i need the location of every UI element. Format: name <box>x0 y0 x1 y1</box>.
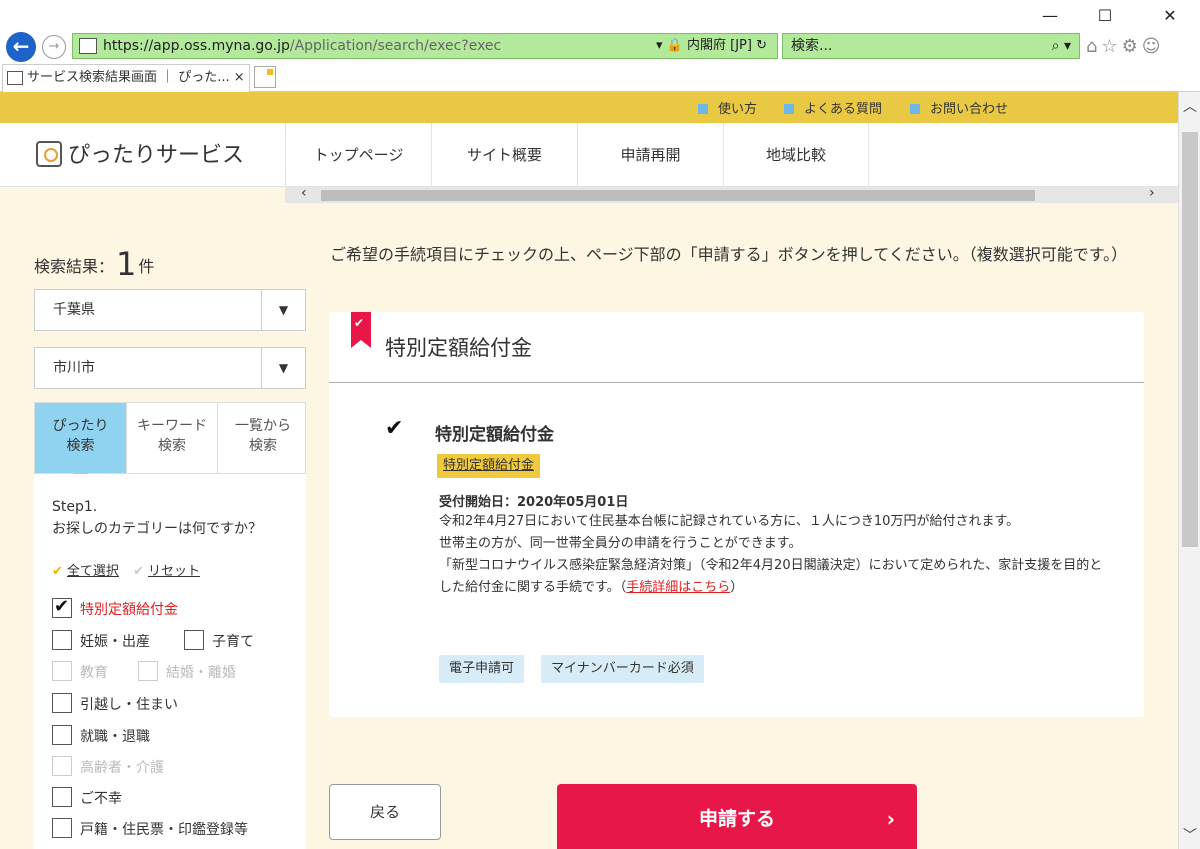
close-window-button[interactable]: ✕ <box>1150 6 1190 25</box>
category-elderly-care: 高齢者・介護 <box>52 756 164 777</box>
category-employment[interactable]: 就職・退職 <box>52 725 150 746</box>
checkbox[interactable] <box>52 693 72 713</box>
category-bereavement[interactable]: ご不幸 <box>52 787 122 808</box>
security-info[interactable]: ▾ 🔒 内閣府 [JP] ↻ <box>656 34 767 58</box>
select-all-link[interactable]: 全て選択 <box>67 564 119 579</box>
address-bar[interactable]: https://app.oss.myna.go.jp/Application/s… <box>72 33 778 59</box>
scroll-down-icon[interactable]: ﹀ <box>1179 825 1200 845</box>
new-tab-icon[interactable] <box>254 66 276 88</box>
checkbox <box>52 756 72 776</box>
tab-favicon-icon <box>7 71 23 85</box>
forward-arrow-icon[interactable]: → <box>42 35 66 59</box>
procedure-description: 令和2年4月27日において住民基本台帳に記録されている方に、１人につき10万円が… <box>439 514 1103 595</box>
nav-resume-application[interactable]: 申請再開 <box>577 123 723 187</box>
card-title: 特別定額給付金 <box>385 336 532 360</box>
dropdown-arrow-icon[interactable]: ▼ <box>261 348 305 388</box>
site-logo[interactable]: ぴったりサービス <box>36 137 244 169</box>
procedure-tag-link[interactable]: 特別定額給付金 <box>437 454 541 478</box>
checkbox[interactable] <box>52 725 72 745</box>
prefecture-select[interactable]: 千葉県 ▼ <box>34 289 306 331</box>
logo-icon <box>36 141 62 167</box>
scroll-left-icon[interactable]: ‹ <box>301 185 307 201</box>
badge-online-application: 電子申請可 <box>439 655 525 683</box>
minimize-button[interactable]: — <box>1030 6 1070 25</box>
category-pregnancy[interactable]: 妊娠・出産 <box>52 630 150 651</box>
procedure-detail-link[interactable]: 手続詳細はこちら <box>626 580 730 595</box>
vertical-scrollbar[interactable]: ︿ ﹀ <box>1178 92 1200 849</box>
category-marriage: 結婚・離婚 <box>138 661 236 682</box>
category-education: 教育 <box>52 661 108 682</box>
scroll-right-icon[interactable]: › <box>1149 185 1155 201</box>
instruction-text: ご希望の手続項目にチェックの上、ページ下部の「申請する」ボタンを押してください。… <box>330 245 1128 264</box>
search-icon[interactable]: ⌕ ▾ <box>1052 34 1071 58</box>
tab-keyword-search[interactable]: キーワード 検索 <box>126 403 217 473</box>
checkbox[interactable] <box>184 630 204 650</box>
site-header: ぴったりサービス トップページ サイト概要 申請再開 地域比較 <box>0 123 1178 187</box>
procedure-title: 特別定額給付金 <box>435 425 554 445</box>
badge-mynumber-required: マイナンバーカード必須 <box>541 655 704 683</box>
search-mode-tabs: ぴったり 検索 キーワード 検索 一覧から 検索 <box>34 402 308 481</box>
checkbox <box>52 661 72 681</box>
back-button[interactable]: 戻る <box>329 784 441 840</box>
bullet-icon <box>784 104 794 114</box>
bullet-icon <box>910 104 920 114</box>
window-titlebar: — ☐ ✕ <box>0 0 1200 28</box>
site-favicon-icon <box>79 38 97 54</box>
step-title: Step1. お探しのカテゴリーは何ですか？ <box>52 499 262 537</box>
address-bar-row: ← → https://app.oss.myna.go.jp/Applicati… <box>0 30 1200 62</box>
header-horizontal-scrollbar[interactable]: ‹ › <box>285 185 1178 203</box>
category-moving[interactable]: 引越し・住まい <box>52 693 178 714</box>
tab-title: サービス検索結果画面 ｜ ぴった... × <box>27 70 245 85</box>
result-number: 1 <box>116 245 137 283</box>
procedure-start-date: 受付開始日：2020年05月01日 <box>439 495 629 510</box>
card-divider <box>329 382 1144 383</box>
result-count: 検索結果：1 件 <box>34 245 155 283</box>
nav-site-overview[interactable]: サイト概要 <box>431 123 577 187</box>
page-viewport: 使い方 よくある質問 お問い合わせ ぴったりサービス トップページ サイト概要 … <box>0 92 1178 849</box>
bookmark-check-icon <box>351 312 371 348</box>
tab-list-search[interactable]: 一覧から 検索 <box>217 403 308 473</box>
check-icon: ✔ <box>133 564 144 579</box>
category-special-benefit[interactable]: 特別定額給付金 <box>52 596 178 619</box>
util-link-faq[interactable]: よくある質問 <box>784 98 882 117</box>
browser-search-input[interactable]: 検索... ⌕ ▾ <box>782 33 1080 59</box>
city-select[interactable]: 市川市 ▼ <box>34 347 306 389</box>
scrollbar-thumb[interactable] <box>1182 132 1198 547</box>
nav-top-page[interactable]: トップページ <box>285 123 431 187</box>
category-family-register[interactable]: 戸籍・住民票・印鑑登録等 <box>52 818 248 839</box>
util-link-contact[interactable]: お問い合わせ <box>910 98 1008 117</box>
scroll-up-icon[interactable]: ︿ <box>1179 96 1200 116</box>
procedure-card: 特別定額給付金 ✔ 特別定額給付金 特別定額給付金 受付開始日：2020年05月… <box>329 312 1144 717</box>
dropdown-arrow-icon[interactable]: ▼ <box>261 290 305 330</box>
browser-tab[interactable]: サービス検索結果画面 ｜ ぴった... × <box>2 64 250 92</box>
tab-strip: サービス検索結果画面 ｜ ぴった... × <box>0 62 1200 92</box>
category-childcare[interactable]: 子育て <box>184 630 254 651</box>
utility-bar: 使い方 よくある質問 お問い合わせ <box>0 92 1178 123</box>
url-path: /Application/search/exec?exec <box>289 38 502 54</box>
apply-button[interactable]: 申請する › <box>557 784 917 849</box>
reset-link[interactable]: リセット <box>148 564 200 579</box>
checkbox[interactable] <box>52 596 72 618</box>
check-icon: ✔ <box>52 564 63 579</box>
chevron-right-icon: › <box>886 807 895 831</box>
scrollbar-thumb[interactable] <box>321 190 1035 201</box>
url-host: https://app.oss.myna.go.jp <box>103 38 290 54</box>
bullet-icon <box>698 104 708 114</box>
checkbox[interactable] <box>52 630 72 650</box>
search-placeholder: 検索... <box>791 38 833 54</box>
tab-pittari-search[interactable]: ぴったり 検索 <box>35 403 126 481</box>
checkbox[interactable] <box>52 787 72 807</box>
checkbox[interactable] <box>52 818 72 838</box>
util-link-howto[interactable]: 使い方 <box>698 98 757 117</box>
checkbox <box>138 661 158 681</box>
procedure-checkbox[interactable]: ✔ <box>385 418 407 440</box>
nav-region-compare[interactable]: 地域比較 <box>723 123 869 187</box>
browser-tool-icons[interactable]: ⌂☆⚙☺ <box>1086 36 1164 57</box>
maximize-button[interactable]: ☐ <box>1085 6 1125 25</box>
select-actions: ✔ 全て選択 ✔ リセット <box>52 560 210 579</box>
category-panel: Step1. お探しのカテゴリーは何ですか？ ✔ 全て選択 ✔ リセット 特別定額給… <box>34 474 306 849</box>
back-arrow-icon[interactable]: ← <box>6 32 36 62</box>
